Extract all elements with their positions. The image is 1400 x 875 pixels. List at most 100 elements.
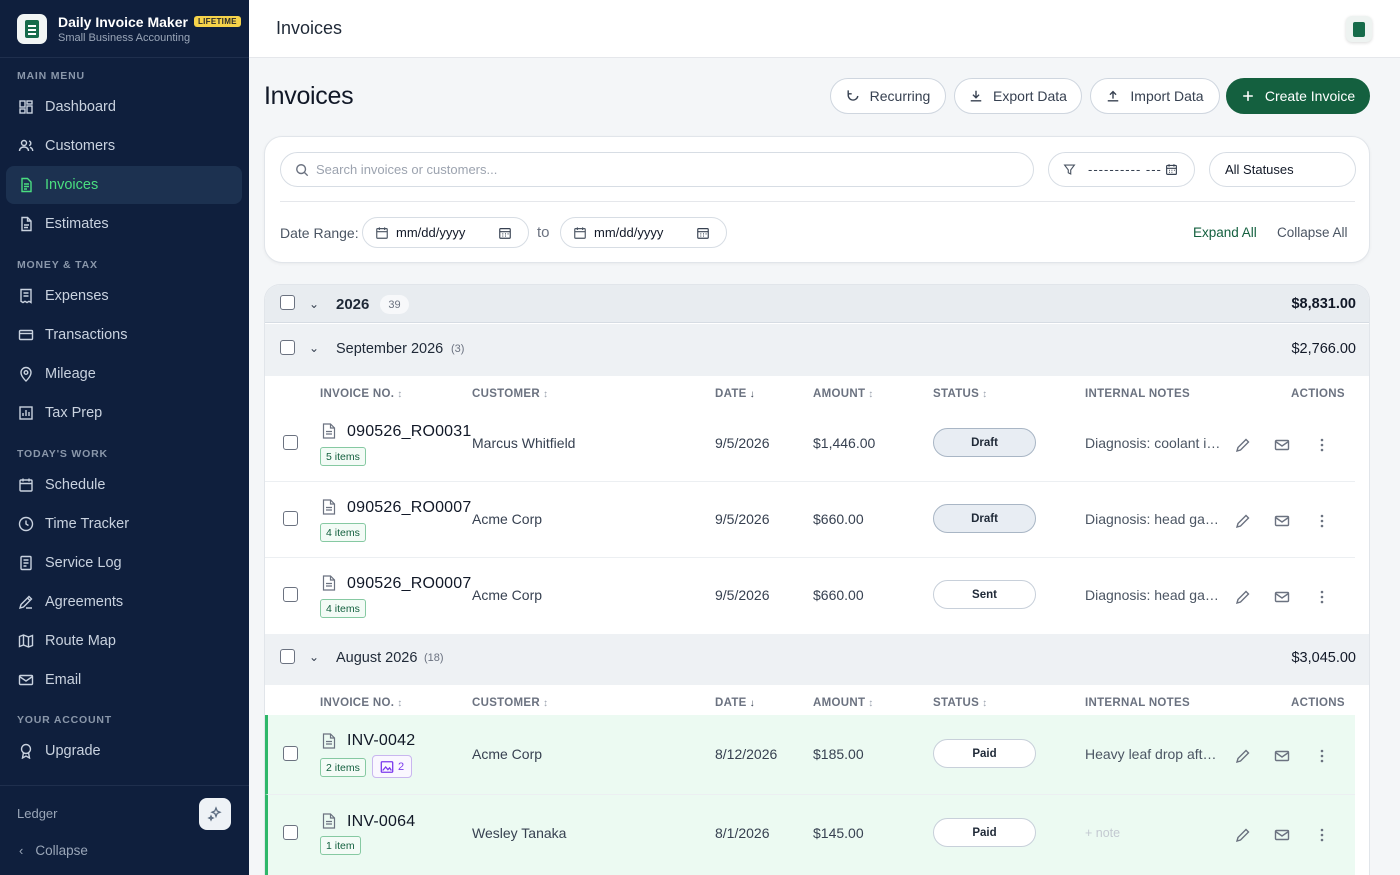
notes-cell[interactable]: Diagnosis: coolant in ... [1085,435,1222,451]
date-filter-field[interactable]: ---------- --- [1048,152,1195,187]
status-badge[interactable]: Paid [933,818,1036,847]
search-input[interactable]: Search invoices or customers... [280,152,1034,187]
status-badge[interactable]: Draft [933,504,1036,533]
column-header[interactable]: STATUS ↕ [933,697,987,709]
sidebar-item-expenses[interactable]: Expenses [6,277,242,315]
import-data-button[interactable]: Import Data [1090,78,1220,114]
chevron-down-icon[interactable]: ⌄ [309,650,319,664]
status-badge[interactable]: Sent [933,580,1036,609]
sidebar-item-customers[interactable]: Customers [6,127,242,165]
column-header[interactable]: STATUS ↕ [933,388,987,400]
collapse-sidebar-button[interactable]: ‹ Collapse [19,843,88,858]
month-group-row[interactable]: ⌄ August 2026 (18) $3,045.00 [265,634,1369,686]
sidebar-item-estimates[interactable]: Estimates [6,205,242,243]
sidebar-item-dashboard[interactable]: Dashboard [6,88,242,126]
column-header[interactable]: AMOUNT ↕ [813,388,874,400]
sidebar-item-tax-prep[interactable]: Tax Prep [6,394,242,432]
more-icon[interactable] [1314,437,1330,453]
date-range-label: Date Range: [280,225,359,241]
notes-cell[interactable]: Heavy leaf drop after... [1085,746,1222,762]
notes-cell[interactable]: Diagnosis: head gas... [1085,587,1222,603]
topbar-title: Invoices [276,18,343,38]
more-icon[interactable] [1314,513,1330,529]
column-header[interactable]: AMOUNT ↕ [813,697,874,709]
month-checkbox[interactable] [280,340,295,355]
edit-icon[interactable] [1235,513,1251,529]
invoice-number[interactable]: INV-0064 [347,813,415,831]
expand-all-button[interactable]: Expand All [1193,225,1257,240]
table-row[interactable]: 090526_RO0007 4 items Acme Corp 9/5/2026… [265,558,1355,634]
row-checkbox[interactable] [283,511,298,526]
search-placeholder: Search invoices or customers... [316,162,498,177]
add-note-button[interactable]: + note [1085,826,1222,840]
column-header[interactable]: CUSTOMER ↕ [472,697,548,709]
row-checkbox[interactable] [283,746,298,761]
images-count: 2 [397,760,405,773]
calendar-picker-icon[interactable] [498,226,512,240]
customer-cell: Marcus Whitfield [472,435,576,451]
sidebar-item-label: Route Map [45,633,116,649]
sidebar-item-time-tracker[interactable]: Time Tracker [6,505,242,543]
section-your-account: YOUR ACCOUNT [17,714,112,726]
images-badge[interactable]: 2 [372,755,412,778]
row-checkbox[interactable] [283,587,298,602]
edit-icon[interactable] [1235,748,1251,764]
account-avatar[interactable] [1346,16,1372,42]
row-checkbox[interactable] [283,825,298,840]
chevron-down-icon[interactable]: ⌄ [309,297,319,311]
sidebar-item-agreements[interactable]: Agreements [6,583,242,621]
sidebar-item-route-map[interactable]: Route Map [6,622,242,660]
year-group-row[interactable]: ⌄ 2026 39 $8,831.00 [265,285,1369,323]
invoice-number[interactable]: 090526_RO0007 [347,499,471,517]
column-header[interactable]: DATE ↓ [715,388,755,400]
more-icon[interactable] [1314,748,1330,764]
more-icon[interactable] [1314,827,1330,843]
collapse-all-button[interactable]: Collapse All [1277,225,1348,240]
notes-cell[interactable]: Diagnosis: head gas... [1085,511,1222,527]
sidebar-item-schedule[interactable]: Schedule [6,466,242,504]
row-checkbox[interactable] [283,435,298,450]
column-header[interactable]: INVOICE NO. ↕ [320,697,403,709]
mail-icon[interactable] [1274,589,1290,605]
mail-icon[interactable] [1274,513,1290,529]
export-data-button[interactable]: Export Data [954,78,1082,114]
status-select[interactable]: All Statuses [1209,152,1356,187]
calendar-picker-icon[interactable] [696,226,710,240]
more-icon[interactable] [1314,589,1330,605]
column-header[interactable]: DATE ↓ [715,697,755,709]
year-checkbox[interactable] [280,295,295,310]
edit-icon[interactable] [1235,827,1251,843]
status-badge[interactable]: Paid [933,739,1036,768]
edit-icon[interactable] [1235,437,1251,453]
sidebar-item-service-log[interactable]: Service Log [6,544,242,582]
sidebar-item-upgrade[interactable]: Upgrade [6,732,242,770]
sidebar-item-email[interactable]: Email [6,661,242,699]
column-header[interactable]: CUSTOMER ↕ [472,388,548,400]
date-to-input[interactable]: mm/dd/yyyy [560,217,727,248]
invoice-number[interactable]: 090526_RO0007 [347,575,471,593]
sidebar-item-transactions[interactable]: Transactions [6,316,242,354]
sidebar-item-mileage[interactable]: Mileage [6,355,242,393]
date-from-input[interactable]: mm/dd/yyyy [362,217,529,248]
month-group-row[interactable]: ⌄ September 2026 (3) $2,766.00 [265,324,1369,376]
create-invoice-button[interactable]: Create Invoice [1226,78,1370,114]
table-row[interactable]: INV-0042 2 items 2 Acme Corp 8/12/2026 $… [265,715,1355,795]
ai-assistant-button[interactable] [199,798,231,830]
mail-icon[interactable] [1274,827,1290,843]
edit-icon[interactable] [1235,589,1251,605]
invoice-number[interactable]: INV-0042 [347,732,415,750]
sidebar-item-invoices[interactable]: Invoices [6,166,242,204]
column-header[interactable]: INVOICE NO. ↕ [320,388,403,400]
mail-icon[interactable] [1274,748,1290,764]
column-header: INTERNAL NOTES [1085,388,1190,400]
table-row[interactable]: INV-0064 1 item Wesley Tanaka 8/1/2026 $… [265,795,1355,875]
mail-icon[interactable] [1274,437,1290,453]
table-row[interactable]: 090526_RO0007 4 items Acme Corp 9/5/2026… [265,482,1355,558]
recurring-button[interactable]: Recurring [830,78,946,114]
status-badge[interactable]: Draft [933,428,1036,457]
invoice-number[interactable]: 090526_RO0031 [347,423,471,441]
chevron-down-icon[interactable]: ⌄ [309,341,319,355]
table-row[interactable]: 090526_RO0031 5 items Marcus Whitfield 9… [265,406,1355,482]
month-checkbox[interactable] [280,649,295,664]
refresh-icon [847,90,859,101]
